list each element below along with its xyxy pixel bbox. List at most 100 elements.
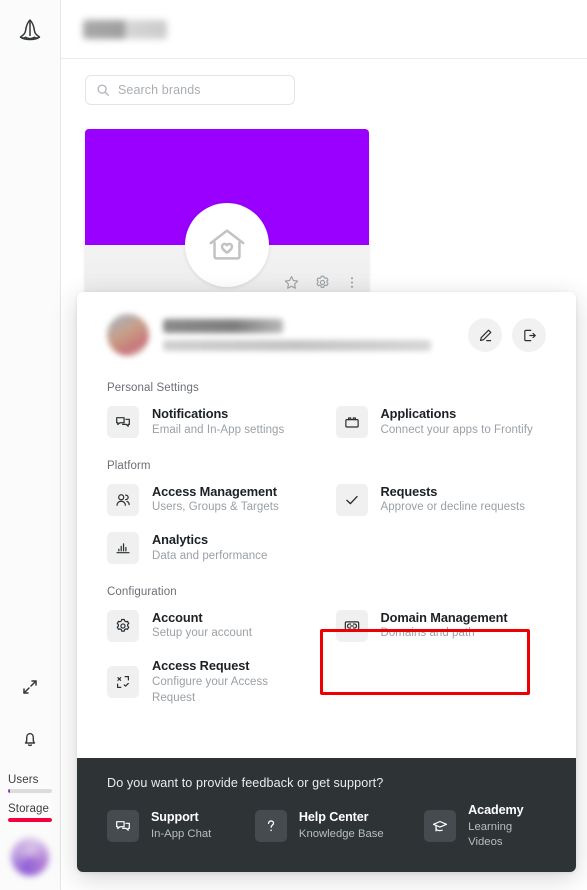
meter-storage: Storage [8, 803, 52, 822]
menu-item-title: Account [152, 609, 203, 625]
profile-email [163, 340, 431, 351]
grid-empty-cell [336, 651, 547, 713]
avatar[interactable] [11, 838, 49, 876]
footer-item-text: Academy Learning Videos [468, 803, 546, 850]
top-bar [61, 0, 587, 59]
menu-item-title: Access Management [152, 483, 277, 499]
section-title-configuration: Configuration [107, 585, 177, 598]
profile-text [163, 319, 454, 351]
footer-items: Support In-App Chat Help Center Knowledg… [107, 803, 546, 850]
menu-item-subtitle: Setup your account [152, 627, 252, 640]
menu-item-subtitle: Approve or decline requests [380, 501, 526, 514]
section-grid-configuration: Account Setup your account Domain Manage… [107, 603, 546, 714]
speech-bubbles-icon [107, 810, 139, 843]
footer-item-help-center[interactable]: Help Center Knowledge Base [254, 803, 414, 850]
pencil-icon [477, 327, 494, 344]
check-icon [335, 483, 368, 516]
apps-block-icon [335, 406, 368, 439]
left-rail: Users Storage [0, 0, 61, 890]
menu-item-applications[interactable]: Applications Connect your apps to Fronti… [335, 399, 547, 446]
search-input[interactable]: Search brands [85, 75, 295, 105]
users-group-icon [107, 483, 139, 516]
menu-item-subtitle: Domains and path [380, 627, 475, 640]
search-placeholder: Search brands [118, 83, 201, 97]
menu-item-title: Domain Management [380, 609, 508, 625]
panel-footer: Do you want to provide feedback or get s… [77, 757, 576, 872]
footer-item-title: Help Center [298, 810, 369, 825]
link-chain-icon [335, 609, 368, 642]
menu-item-title: Notifications [152, 406, 229, 421]
menu-item-text: Applications Connect your apps to Fronti… [381, 406, 533, 439]
profile-avatar[interactable] [107, 314, 149, 356]
logout-icon [521, 327, 538, 344]
bar-chart-icon [107, 532, 139, 565]
question-mark-icon [254, 810, 287, 843]
menu-item-subtitle: Data and performance [152, 549, 268, 562]
menu-item-text: Analytics Data and performance [152, 532, 267, 565]
menu-item-text: Requests Approve or decline requests [381, 484, 526, 517]
profile-name [163, 319, 283, 333]
menu-item-title: Applications [380, 406, 457, 421]
menu-item-subtitle: Connect your apps to Frontify [380, 423, 533, 436]
favorite-star-icon[interactable] [283, 274, 300, 291]
section-title-platform: Platform [107, 459, 151, 472]
footer-item-text: Help Center Knowledge Base [299, 810, 384, 842]
edit-profile-button[interactable] [468, 318, 502, 352]
footer-item-academy[interactable]: Academy Learning Videos [424, 803, 546, 850]
page-title [83, 19, 167, 39]
footer-item-text: Support In-App Chat [151, 810, 211, 842]
section-grid-platform: Access Management Users, Groups & Target… [107, 477, 546, 572]
meter-track-users [8, 789, 52, 793]
footer-item-support[interactable]: Support In-App Chat [107, 803, 245, 850]
menu-item-account[interactable]: Account Setup your account [107, 603, 318, 650]
app-root: Users Storage Search brands Personal Set… [0, 0, 587, 890]
meter-track-storage [8, 818, 52, 822]
grid-empty-cell [336, 525, 547, 572]
meter-label-storage: Storage [8, 803, 49, 815]
meter-label-users: Users [8, 774, 39, 786]
menu-item-subtitle: Users, Groups & Targets [152, 501, 279, 514]
graduation-cap-icon [424, 810, 457, 843]
section-title-personal-settings: Personal Settings [107, 382, 199, 394]
menu-item-text: Account Setup your account [152, 610, 252, 643]
footer-item-subtitle: In-App Chat [151, 828, 212, 841]
menu-item-domain-management[interactable]: Domain Management Domains and path [335, 603, 547, 650]
profile-header [107, 292, 546, 368]
brand-card-logo [185, 203, 269, 287]
menu-item-subtitle: Configure your Access Request [152, 675, 269, 704]
menu-item-title: Access Request [152, 658, 250, 673]
footer-item-title: Academy [468, 802, 524, 817]
menu-item-access-request[interactable]: Access Request Configure your Access Req… [107, 651, 318, 713]
bell-icon[interactable] [13, 722, 47, 756]
footer-item-subtitle: Knowledge Base [298, 828, 384, 841]
speech-bubbles-icon [107, 406, 139, 439]
menu-item-text: Access Request Configure your Access Req… [152, 658, 312, 706]
menu-item-title: Requests [380, 483, 438, 499]
panel-body: Personal Settings Notifications Email an… [77, 292, 576, 758]
frontify-logo-icon[interactable] [13, 14, 47, 48]
menu-item-text: Notifications Email and In-App settings [152, 406, 284, 439]
brand-card[interactable] [85, 129, 369, 301]
footer-item-title: Support [151, 810, 199, 825]
menu-item-requests[interactable]: Requests Approve or decline requests [335, 477, 547, 524]
search-icon [96, 83, 110, 97]
footer-item-subtitle: Learning Videos [468, 820, 513, 848]
meter-fill-storage [8, 818, 52, 822]
user-settings-panel: Personal Settings Notifications Email an… [77, 292, 576, 872]
footer-question: Do you want to provide feedback or get s… [107, 775, 384, 790]
menu-item-text: Domain Management Domains and path [381, 610, 508, 643]
meter-users: Users [8, 774, 52, 793]
menu-item-notifications[interactable]: Notifications Email and In-App settings [107, 399, 318, 446]
menu-item-text: Access Management Users, Groups & Target… [152, 484, 279, 517]
gear-icon[interactable] [314, 274, 331, 291]
more-vertical-icon[interactable] [345, 274, 359, 291]
menu-item-analytics[interactable]: Analytics Data and performance [107, 525, 318, 572]
meter-fill-users [8, 789, 10, 793]
profile-actions [468, 318, 546, 352]
house-heart-icon [204, 222, 250, 268]
menu-item-access-management[interactable]: Access Management Users, Groups & Target… [107, 477, 318, 524]
section-grid-personal-settings: Notifications Email and In-App settings … [107, 399, 546, 446]
logout-button[interactable] [512, 318, 546, 352]
brand-card-actions [283, 274, 359, 291]
expand-arrows-icon[interactable] [13, 670, 47, 704]
